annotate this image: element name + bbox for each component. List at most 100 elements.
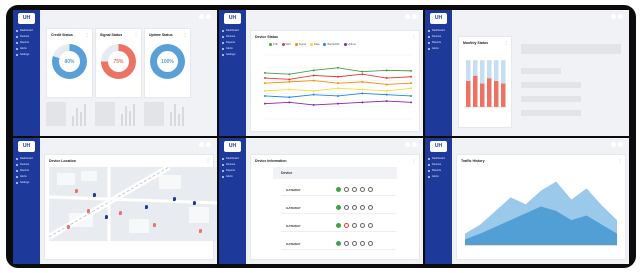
data-point [264, 102, 266, 105]
panel-overview: UH Dashboard Devices Reports Alerts Sett… [13, 10, 217, 136]
settings-icon[interactable] [405, 14, 410, 19]
settings-icon[interactable] [368, 187, 373, 192]
more-icon[interactable]: ⋮ [412, 158, 416, 163]
legend-item[interactable]: Bandwidth [323, 43, 340, 46]
settings-icon[interactable] [199, 14, 204, 19]
nav-dot-icon [16, 169, 18, 172]
app-logo[interactable]: UH [224, 141, 241, 152]
nav-item[interactable]: Dashboard [222, 28, 239, 33]
nav-item[interactable]: Devices [222, 34, 239, 39]
legend-item[interactable]: Uptime [343, 43, 356, 46]
legend-item[interactable]: LTE [269, 43, 278, 46]
nav-item[interactable]: Reports [222, 40, 239, 45]
map-pin-icon[interactable] [105, 215, 108, 219]
map-pin-icon[interactable] [153, 223, 156, 227]
document-icon[interactable] [352, 241, 357, 246]
power-icon[interactable] [360, 205, 365, 210]
nav-item[interactable]: Reports [222, 168, 239, 173]
legend-item[interactable]: WiFi [281, 43, 291, 46]
table-row[interactable]: GATEWAY [281, 185, 396, 196]
settings-icon[interactable] [368, 205, 373, 210]
nav-label: Alerts [226, 47, 233, 51]
nav-item[interactable]: Settings [222, 52, 239, 57]
map-roads [47, 164, 217, 241]
nav-item[interactable]: Alerts [222, 46, 239, 51]
more-icon[interactable]: ⋮ [618, 158, 622, 163]
signal-icon[interactable] [344, 187, 349, 192]
more-icon[interactable]: ⋮ [85, 32, 89, 37]
document-icon[interactable] [352, 187, 357, 192]
app-logo[interactable]: UH [18, 141, 35, 152]
settings-icon[interactable] [611, 14, 616, 19]
table-row[interactable]: GATEWAY [281, 203, 396, 214]
settings-icon[interactable] [368, 223, 373, 228]
power-icon[interactable] [360, 223, 365, 228]
document-icon[interactable] [352, 223, 357, 228]
nav-item[interactable]: Dashboard [222, 156, 239, 161]
nav-item[interactable]: Alerts [222, 174, 239, 179]
signal-icon[interactable] [344, 205, 349, 210]
avatar[interactable] [412, 14, 417, 19]
map-pin-icon[interactable] [199, 229, 202, 233]
legend-item[interactable]: Data [309, 43, 319, 46]
map-pin-icon[interactable] [67, 225, 70, 229]
nav-item[interactable]: Alerts [16, 174, 33, 179]
nav-item[interactable]: Reports [16, 40, 33, 45]
app-logo[interactable]: UH [430, 13, 447, 24]
nav-item[interactable]: Alerts [428, 46, 445, 51]
nav-item[interactable]: Dashboard [428, 28, 445, 33]
nav-item[interactable]: Devices [16, 34, 33, 39]
more-icon[interactable]: ⋮ [134, 32, 138, 37]
document-icon[interactable] [352, 205, 357, 210]
nav-item[interactable]: Devices [428, 34, 445, 39]
map[interactable] [47, 164, 217, 241]
more-icon[interactable]: ⋮ [504, 40, 508, 45]
signal-icon[interactable] [344, 223, 349, 228]
settings-icon[interactable] [611, 142, 616, 147]
status-check-icon [336, 241, 341, 246]
nav-item[interactable]: Dashboard [428, 156, 445, 161]
map-pin-icon[interactable] [119, 211, 122, 215]
more-icon[interactable]: ⋮ [183, 32, 187, 37]
more-icon[interactable]: ⋮ [206, 158, 210, 163]
power-icon[interactable] [360, 241, 365, 246]
more-icon[interactable]: ⋮ [412, 34, 416, 39]
map-pin-icon[interactable] [93, 193, 96, 197]
app-logo[interactable]: UH [224, 13, 241, 24]
nav-item[interactable]: Reports [428, 168, 445, 173]
signal-icon[interactable] [344, 241, 349, 246]
nav-item[interactable]: Dashboard [16, 156, 33, 161]
map-pin-icon[interactable] [193, 201, 196, 205]
settings-icon[interactable] [405, 142, 410, 147]
avatar[interactable] [206, 142, 211, 147]
map-pin-icon[interactable] [173, 197, 176, 201]
nav-item[interactable]: Alerts [16, 46, 33, 51]
power-icon[interactable] [360, 187, 365, 192]
nav-item[interactable]: Dashboard [16, 28, 33, 33]
table-row[interactable]: GATEWAY [281, 221, 396, 232]
app-logo[interactable]: UH [430, 141, 447, 152]
settings-icon[interactable] [368, 241, 373, 246]
nav-item[interactable]: Reports [16, 168, 33, 173]
app-logo[interactable]: UH [18, 13, 35, 24]
avatar[interactable] [206, 14, 211, 19]
map-pin-icon[interactable] [75, 189, 78, 193]
nav-item[interactable]: Devices [16, 162, 33, 167]
nav-item[interactable]: Settings [16, 180, 33, 185]
nav-item[interactable]: Alerts [428, 174, 445, 179]
nav-item[interactable]: Devices [428, 162, 445, 167]
map-pin-icon[interactable] [87, 209, 90, 213]
legend-item[interactable]: Signal [294, 43, 306, 46]
nav-item[interactable]: Settings [16, 52, 33, 57]
placeholder-block [46, 102, 66, 126]
nav-item[interactable]: Reports [428, 40, 445, 45]
avatar[interactable] [618, 142, 623, 147]
avatar[interactable] [618, 14, 623, 19]
avatar[interactable] [412, 142, 417, 147]
map-pin-icon[interactable] [145, 205, 148, 209]
table-row[interactable]: GATEWAY [281, 239, 396, 250]
map-block [159, 175, 181, 189]
nav-item[interactable]: Devices [222, 162, 239, 167]
settings-icon[interactable] [199, 142, 204, 147]
nav-dot-icon [428, 175, 430, 178]
